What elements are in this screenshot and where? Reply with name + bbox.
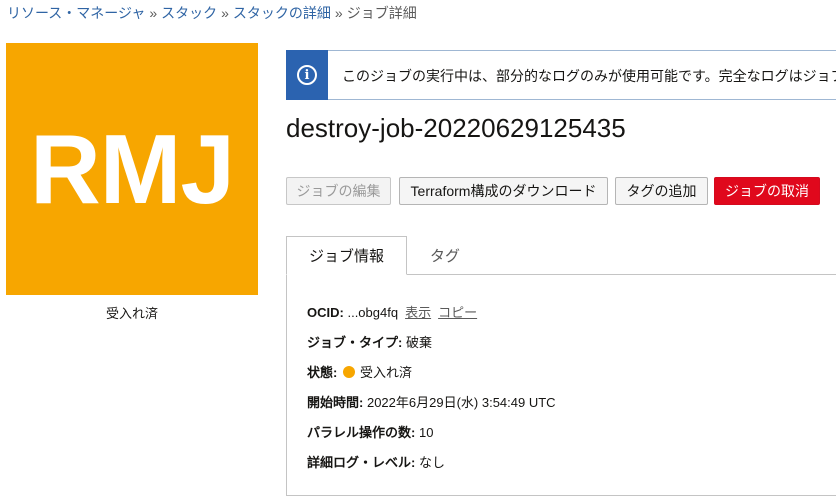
download-terraform-button[interactable]: Terraform構成のダウンロード <box>399 177 608 205</box>
breadcrumb-separator: » <box>221 5 229 21</box>
job-logo-text: RMJ <box>30 113 235 224</box>
job-logo-status: 受入れ済 <box>105 306 158 321</box>
status-dot-icon <box>342 366 355 378</box>
ocid-show-link[interactable]: 表示 <box>405 305 431 320</box>
parallel-ops-label: パラレル操作の数: <box>307 425 416 440</box>
state-row: 状態: 受入れ済 <box>307 362 412 381</box>
breadcrumb-stacks[interactable]: スタック <box>161 5 217 21</box>
ocid-value: ...obg4fq <box>347 305 399 320</box>
job-logo: RMJ <box>6 43 258 295</box>
edit-job-button[interactable]: ジョブの編集 <box>286 177 391 205</box>
start-time-value: 2022年6月29日(水) 3:54:49 UTC <box>366 395 556 410</box>
log-level-value: なし <box>418 455 445 470</box>
page-title: destroy-job-20220629125435 <box>286 113 626 143</box>
ocid-label: OCID: <box>307 305 344 320</box>
ocid-copy-link[interactable]: コピー <box>438 305 477 320</box>
info-banner-bar: i <box>286 50 328 100</box>
log-level-label: 詳細ログ・レベル: <box>307 455 416 470</box>
job-type-label: ジョブ・タイプ: <box>307 335 403 350</box>
ocid-row: OCID: ...obg4fq 表示 コピー <box>307 302 477 321</box>
breadcrumb-resource-manager[interactable]: リソース・マネージャ <box>7 5 145 21</box>
parallel-ops-value: 10 <box>418 425 434 440</box>
tab-tags[interactable]: タグ <box>410 236 480 274</box>
start-time-row: 開始時間: 2022年6月29日(水) 3:54:49 UTC <box>307 392 556 411</box>
tab-job-info[interactable]: ジョブ情報 <box>286 236 407 275</box>
breadcrumb-separator: » <box>149 5 158 21</box>
info-banner: i このジョブの実行中は、部分的なログのみが使用可能です。完全なログはジョブ <box>286 50 836 100</box>
state-label: 状態: <box>307 365 338 380</box>
breadcrumb: リソース・マネージャ» スタック» スタックの詳細» ジョブ詳細 <box>7 4 417 22</box>
job-type-value: 破棄 <box>405 335 432 350</box>
state-value: 受入れ済 <box>359 365 412 380</box>
breadcrumb-current: ジョブ詳細 <box>346 5 417 21</box>
start-time-label: 開始時間: <box>307 395 364 410</box>
breadcrumb-stack-details[interactable]: スタックの詳細 <box>233 5 331 21</box>
add-tag-button[interactable]: タグの追加 <box>615 177 708 205</box>
info-icon: i <box>297 65 317 85</box>
breadcrumb-separator: » <box>334 5 343 21</box>
log-level-row: 詳細ログ・レベル: なし <box>307 452 445 471</box>
cancel-job-button[interactable]: ジョブの取消 <box>714 177 820 205</box>
parallel-ops-row: パラレル操作の数: 10 <box>307 422 433 441</box>
info-banner-text: このジョブの実行中は、部分的なログのみが使用可能です。完全なログはジョブ <box>342 68 836 84</box>
job-type-row: ジョブ・タイプ: 破棄 <box>307 332 432 351</box>
